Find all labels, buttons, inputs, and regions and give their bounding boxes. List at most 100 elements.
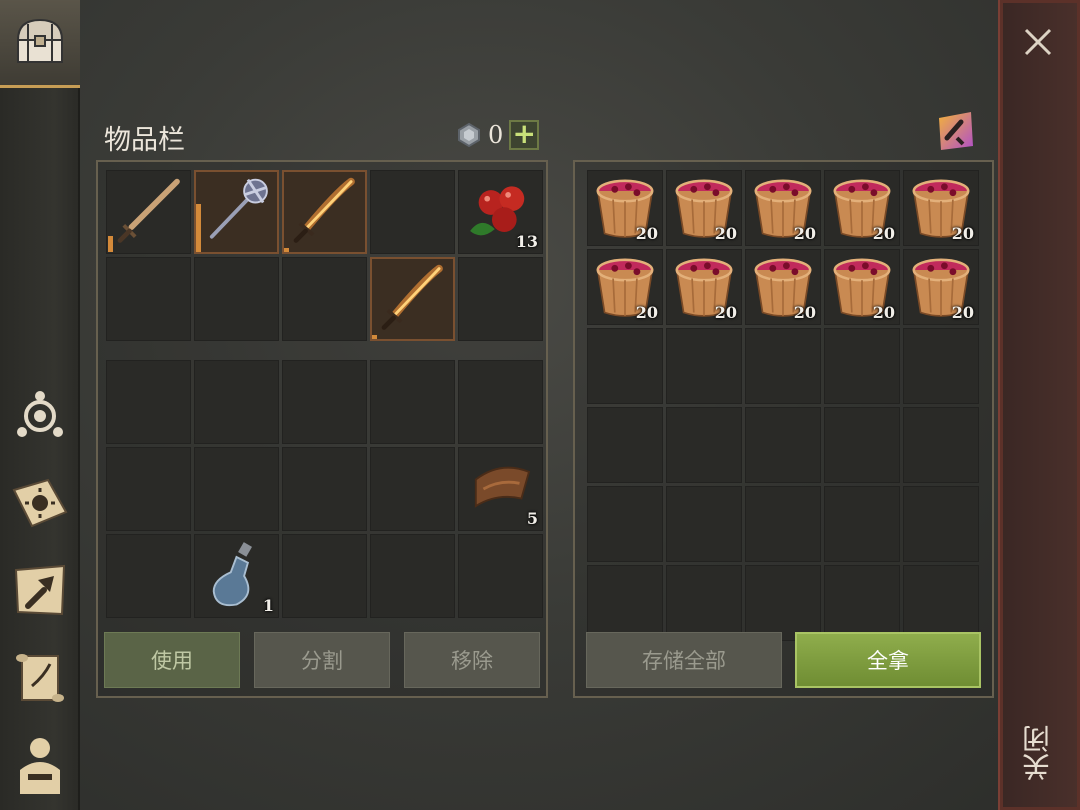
sort-icon[interactable] <box>933 108 979 154</box>
item-quantity: 1 <box>262 596 274 615</box>
item-quantity: 5 <box>526 509 538 528</box>
empty-slot[interactable] <box>106 360 191 444</box>
chest-icon <box>16 18 64 63</box>
empty-slot[interactable] <box>903 565 979 641</box>
empty-slot[interactable] <box>903 328 979 404</box>
bottle-slot[interactable]: 1 <box>194 534 279 618</box>
item-quantity: 20 <box>872 303 895 322</box>
berry-bucket-slot[interactable]: 20 <box>666 170 742 246</box>
empty-slot[interactable] <box>745 565 821 641</box>
empty-slot[interactable] <box>824 486 900 562</box>
character-icon <box>20 738 60 794</box>
empty-slot[interactable] <box>282 447 367 531</box>
empty-slot[interactable] <box>458 257 543 341</box>
empty-slot[interactable] <box>903 407 979 483</box>
empty-slot[interactable] <box>903 486 979 562</box>
flame-sword-slot[interactable] <box>370 257 455 341</box>
berry-bucket-slot[interactable]: 20 <box>903 170 979 246</box>
empty-slot[interactable] <box>587 486 663 562</box>
berry-bucket-slot[interactable]: 20 <box>903 249 979 325</box>
sidebar-tab-quests[interactable] <box>0 644 80 714</box>
leather-slot[interactable]: 5 <box>458 447 543 531</box>
currency-display: 0 + <box>456 120 540 150</box>
add-currency-button[interactable]: + <box>509 120 540 150</box>
berry-bucket-slot[interactable]: 20 <box>745 249 821 325</box>
empty-slot[interactable] <box>587 565 663 641</box>
item-quantity: 20 <box>793 224 816 243</box>
empty-slot[interactable] <box>458 360 543 444</box>
item-quantity: 20 <box>793 303 816 322</box>
empty-slot[interactable] <box>282 534 367 618</box>
empty-slot[interactable] <box>666 328 742 404</box>
sidebar-tab-skills[interactable] <box>0 382 80 452</box>
empty-slot[interactable] <box>106 447 191 531</box>
empty-slot[interactable] <box>587 328 663 404</box>
empty-slot[interactable] <box>666 565 742 641</box>
empty-slot[interactable] <box>370 534 455 618</box>
durability-bar <box>108 236 113 252</box>
berry-bucket-slot[interactable]: 20 <box>587 249 663 325</box>
sidebar-tab-journal[interactable] <box>0 470 80 540</box>
empty-slot[interactable] <box>194 257 279 341</box>
empty-slot[interactable] <box>106 534 191 618</box>
item-quantity: 13 <box>515 232 538 251</box>
item-quantity: 20 <box>951 303 974 322</box>
hotbar-grid: 13 <box>106 170 543 341</box>
berry-bucket-slot[interactable]: 20 <box>666 249 742 325</box>
sidebar <box>0 0 80 810</box>
container-grid: 20 20 20 20 20 20 20 20 20 20 <box>587 170 979 641</box>
sidebar-tab-chest[interactable] <box>0 0 80 88</box>
crafting-icon <box>14 564 66 616</box>
berry-bucket-slot[interactable]: 20 <box>824 249 900 325</box>
empty-slot[interactable] <box>587 407 663 483</box>
empty-slot[interactable] <box>370 360 455 444</box>
empty-slot[interactable] <box>824 565 900 641</box>
quest-scroll-icon <box>16 654 64 702</box>
sidebar-tab-crafting[interactable] <box>0 556 80 626</box>
empty-slot[interactable] <box>824 407 900 483</box>
sun-journal-icon <box>12 478 68 528</box>
berries-slot[interactable]: 13 <box>458 170 543 254</box>
item-quantity: 20 <box>635 224 658 243</box>
sidebar-tab-character[interactable] <box>0 730 80 806</box>
skills-icon <box>17 391 63 437</box>
berry-bucket-slot[interactable]: 20 <box>587 170 663 246</box>
empty-slot[interactable] <box>745 407 821 483</box>
use-button[interactable]: 使用 <box>104 632 240 688</box>
backpack-grid: 51 <box>106 360 543 618</box>
wooden-sword-slot[interactable] <box>106 170 191 254</box>
berry-bucket-slot[interactable]: 20 <box>745 170 821 246</box>
take-all-button[interactable]: 全拿 <box>795 632 981 688</box>
inventory-title: 物品栏 <box>104 125 185 156</box>
item-quantity: 20 <box>635 303 658 322</box>
empty-slot[interactable] <box>824 328 900 404</box>
empty-slot[interactable] <box>370 447 455 531</box>
empty-slot[interactable] <box>666 407 742 483</box>
empty-slot[interactable] <box>282 360 367 444</box>
flame-sword-slot[interactable] <box>282 170 367 254</box>
empty-slot[interactable] <box>106 257 191 341</box>
close-icon[interactable] <box>1018 22 1058 62</box>
store-all-button[interactable]: 存储全部 <box>586 632 782 688</box>
empty-slot[interactable] <box>370 170 455 254</box>
mace-slot[interactable] <box>194 170 279 254</box>
empty-slot[interactable] <box>194 447 279 531</box>
durability-bar <box>284 248 289 252</box>
empty-slot[interactable] <box>282 257 367 341</box>
gem-icon <box>458 122 480 148</box>
empty-slot[interactable] <box>194 360 279 444</box>
remove-button[interactable]: 移除 <box>404 632 540 688</box>
empty-slot[interactable] <box>458 534 543 618</box>
item-quantity: 20 <box>951 224 974 243</box>
empty-slot[interactable] <box>666 486 742 562</box>
durability-bar <box>372 335 377 339</box>
split-button[interactable]: 分割 <box>254 632 390 688</box>
currency-value: 0 <box>488 121 504 149</box>
berry-bucket-slot[interactable]: 20 <box>824 170 900 246</box>
item-quantity: 20 <box>714 303 737 322</box>
empty-slot[interactable] <box>745 328 821 404</box>
empty-slot[interactable] <box>745 486 821 562</box>
close-panel[interactable]: 关闭 <box>998 0 1080 810</box>
close-label[interactable]: 关闭 <box>1020 718 1056 788</box>
durability-bar <box>196 204 201 252</box>
